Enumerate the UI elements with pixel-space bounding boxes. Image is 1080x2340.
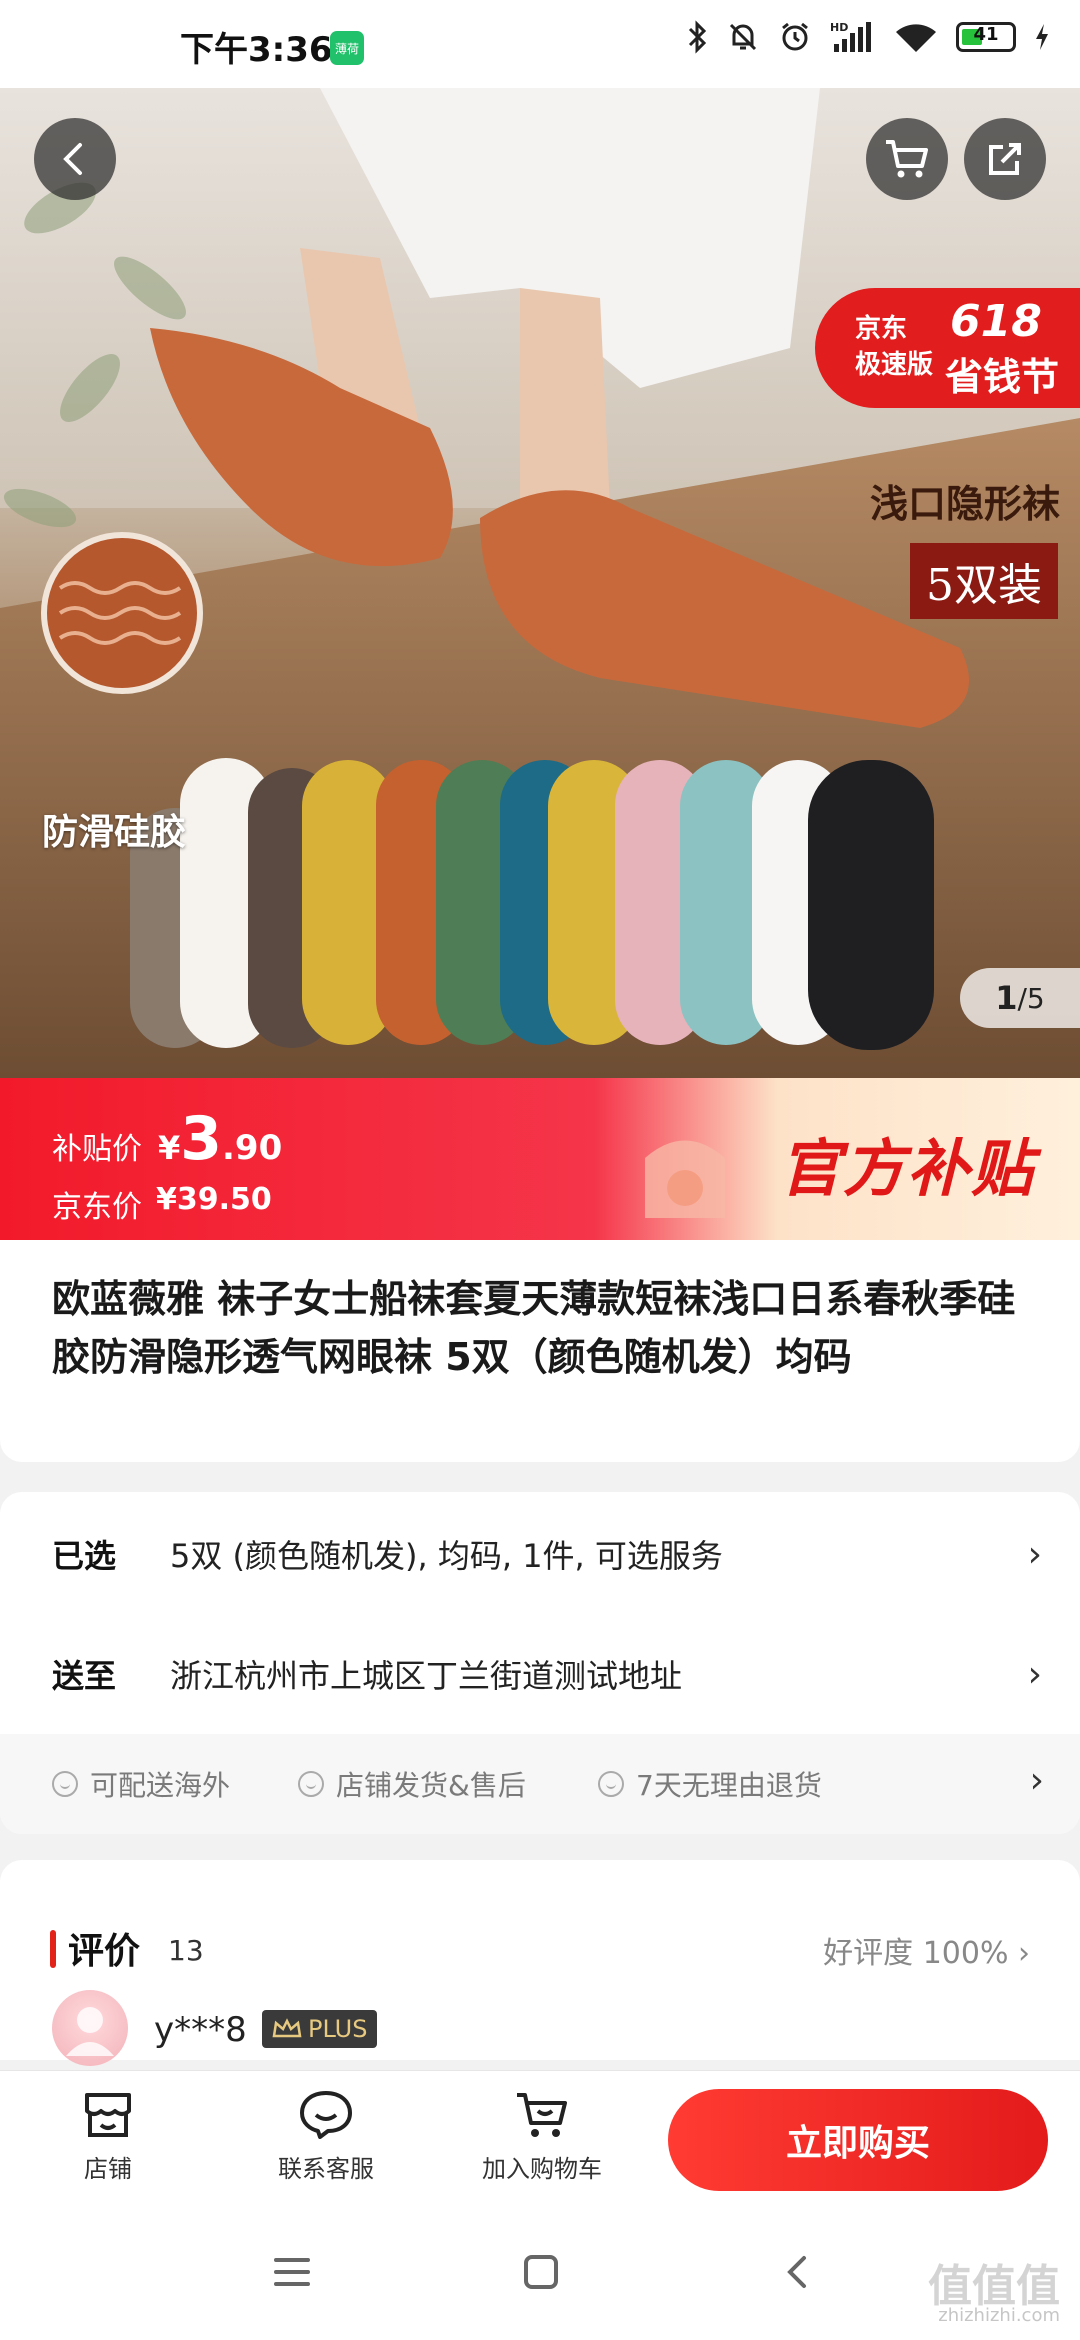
bluetooth-icon xyxy=(686,20,708,54)
home-nav-button[interactable] xyxy=(522,2254,562,2294)
service-label: 7天无理由退货 xyxy=(636,1769,822,1802)
service-label: 可配送海外 xyxy=(90,1769,231,1802)
cart-button[interactable] xyxy=(866,118,948,200)
store-button[interactable]: 店铺 xyxy=(38,2089,178,2184)
svg-text:HD: HD xyxy=(830,21,848,34)
ship-value: 浙江杭州市上城区丁兰街道测试地址 xyxy=(170,1657,683,1695)
product-image-carousel[interactable]: 京东 极速版 618 省钱节 浅口隐形袜 5双装 防滑硅胶 1 /5 xyxy=(0,88,1080,1078)
smile-check-icon xyxy=(298,1771,324,1797)
status-icons: HD 41 xyxy=(686,20,1050,54)
menu-icon xyxy=(274,2258,310,2286)
customer-service-button[interactable]: 联系客服 xyxy=(256,2089,396,2184)
store-label: 店铺 xyxy=(84,2155,132,2183)
chevron-right-icon: › xyxy=(1027,1533,1042,1575)
product-title-card: 欧蓝薇雅 袜子女士船袜套夏天薄款短袜浅口日系春秋季硅胶防滑隐形透气网眼袜 5双（… xyxy=(0,1240,1080,1462)
reviews-card[interactable]: 评价 13 好评度 100% › y***8 PLUS xyxy=(0,1860,1080,2066)
alarm-icon xyxy=(778,20,812,54)
wifi-icon xyxy=(894,20,938,54)
promo-badge-618: 京东 极速版 618 省钱节 xyxy=(815,288,1080,408)
subsidy-label: 补贴价 xyxy=(52,1132,142,1167)
page-current: 1 xyxy=(995,979,1018,1017)
share-button[interactable] xyxy=(964,118,1046,200)
promo-number: 618 xyxy=(950,296,1042,347)
chat-bubble-icon xyxy=(300,2091,352,2139)
menu-nav-button[interactable] xyxy=(272,2254,312,2294)
plus-label: PLUS xyxy=(308,2015,368,2043)
promo-title: 省钱节 xyxy=(945,355,1060,399)
subsidy-decimal: .90 xyxy=(222,1128,283,1168)
buy-now-button[interactable]: 立即购买 xyxy=(668,2089,1048,2191)
jd-price: 京东价 ¥39.50 xyxy=(52,1182,272,1226)
bottom-action-bar: 店铺 联系客服 加入购物车 立即购买 xyxy=(0,2070,1080,2211)
cart-icon xyxy=(517,2093,567,2137)
image-caption-style: 浅口隐形袜 xyxy=(869,481,1060,526)
reviews-count: 13 xyxy=(168,1934,204,1967)
selected-value: 5双 (颜色随机发), 均码, 1件, 可选服务 xyxy=(170,1537,723,1575)
watermark-url: zhizhizhi.com xyxy=(938,2305,1060,2326)
signal-icon: HD xyxy=(830,20,876,54)
jd-price-label: 京东价 xyxy=(52,1190,142,1225)
customer-service-label: 联系客服 xyxy=(278,2155,374,2183)
image-page-indicator: 1 /5 xyxy=(960,968,1080,1028)
positive-rate[interactable]: 好评度 100% › xyxy=(823,1928,1030,1972)
service-item: 店铺发货&售后 xyxy=(298,1764,526,1804)
promo-line2: 极速版 xyxy=(855,350,934,380)
chevron-right-icon: › xyxy=(1029,1760,1044,1801)
status-bar: 下午3:36 薄荷 HD 41 xyxy=(0,0,1080,88)
jd-price-value: ¥39.50 xyxy=(156,1182,272,1217)
cart-icon xyxy=(886,140,928,178)
price-banner: 补贴价 ¥ 3 .90 京东价 ¥39.50 官方补贴 xyxy=(0,1078,1080,1240)
chevron-right-icon: › xyxy=(1027,1653,1042,1695)
ship-key: 送至 xyxy=(52,1657,117,1695)
smile-check-icon xyxy=(52,1771,78,1797)
promo-line1: 京东 xyxy=(855,314,908,344)
official-subsidy-label: 官方补贴 xyxy=(778,1132,1035,1205)
share-icon xyxy=(989,143,1021,175)
reviewer-name: y***8 xyxy=(154,2010,247,2050)
store-icon xyxy=(85,2093,131,2137)
avatar xyxy=(52,1990,128,2066)
reviews-title: 评价 xyxy=(68,1931,141,1972)
system-navigation-bar xyxy=(0,2210,1080,2340)
add-to-cart-label: 加入购物车 xyxy=(482,2155,602,2183)
service-item: 可配送海外 xyxy=(52,1764,230,1804)
subsidy-currency: ¥ xyxy=(158,1129,181,1167)
red-envelope-icon xyxy=(645,1140,725,1218)
selected-spec-row[interactable]: 已选 5双 (颜色随机发), 均码, 1件, 可选服务 › xyxy=(52,1524,1042,1584)
plus-member-badge: PLUS xyxy=(262,2010,378,2048)
service-guarantees-row[interactable]: 可配送海外 店铺发货&售后 7天无理由退货 › xyxy=(0,1734,1080,1834)
back-nav-button[interactable] xyxy=(778,2254,818,2294)
home-square-icon xyxy=(524,2255,558,2289)
chevron-left-icon xyxy=(787,2256,806,2288)
service-label: 店铺发货&售后 xyxy=(336,1769,526,1802)
selected-key: 已选 xyxy=(52,1537,117,1575)
image-caption-pack: 5双装 xyxy=(910,543,1058,619)
add-to-cart-button[interactable]: 加入购物车 xyxy=(472,2089,612,2184)
page-total: /5 xyxy=(1017,981,1045,1015)
battery-icon: 41 xyxy=(956,22,1016,52)
subsidy-integer: 3 xyxy=(180,1104,223,1174)
product-title: 欧蓝薇雅 袜子女士船袜套夏天薄款短袜浅口日系春秋季硅胶防滑隐形透气网眼袜 5双（… xyxy=(52,1277,1016,1379)
service-item: 7天无理由退货 xyxy=(598,1764,822,1804)
battery-level: 41 xyxy=(973,24,999,45)
chevron-left-icon xyxy=(63,143,82,175)
crown-icon xyxy=(272,2018,302,2038)
mute-bell-icon xyxy=(726,20,760,54)
delivery-address-row[interactable]: 送至 浙江杭州市上城区丁兰街道测试地址 › xyxy=(52,1644,1042,1704)
product-options-card: 已选 5双 (颜色随机发), 均码, 1件, 可选服务 › 送至 浙江杭州市上城… xyxy=(0,1492,1080,1834)
charging-icon xyxy=(1034,22,1050,52)
back-button[interactable] xyxy=(34,118,116,200)
image-caption-feature: 防滑硅胶 xyxy=(42,811,187,853)
app-notification-icon: 薄荷 xyxy=(330,31,364,65)
user-silhouette-icon xyxy=(66,2007,114,2056)
section-accent-bar xyxy=(50,1930,56,1968)
smile-check-icon xyxy=(598,1771,624,1797)
subsidy-price: 补贴价 ¥ 3 .90 xyxy=(52,1104,282,1174)
status-time: 下午3:36 xyxy=(180,30,333,70)
